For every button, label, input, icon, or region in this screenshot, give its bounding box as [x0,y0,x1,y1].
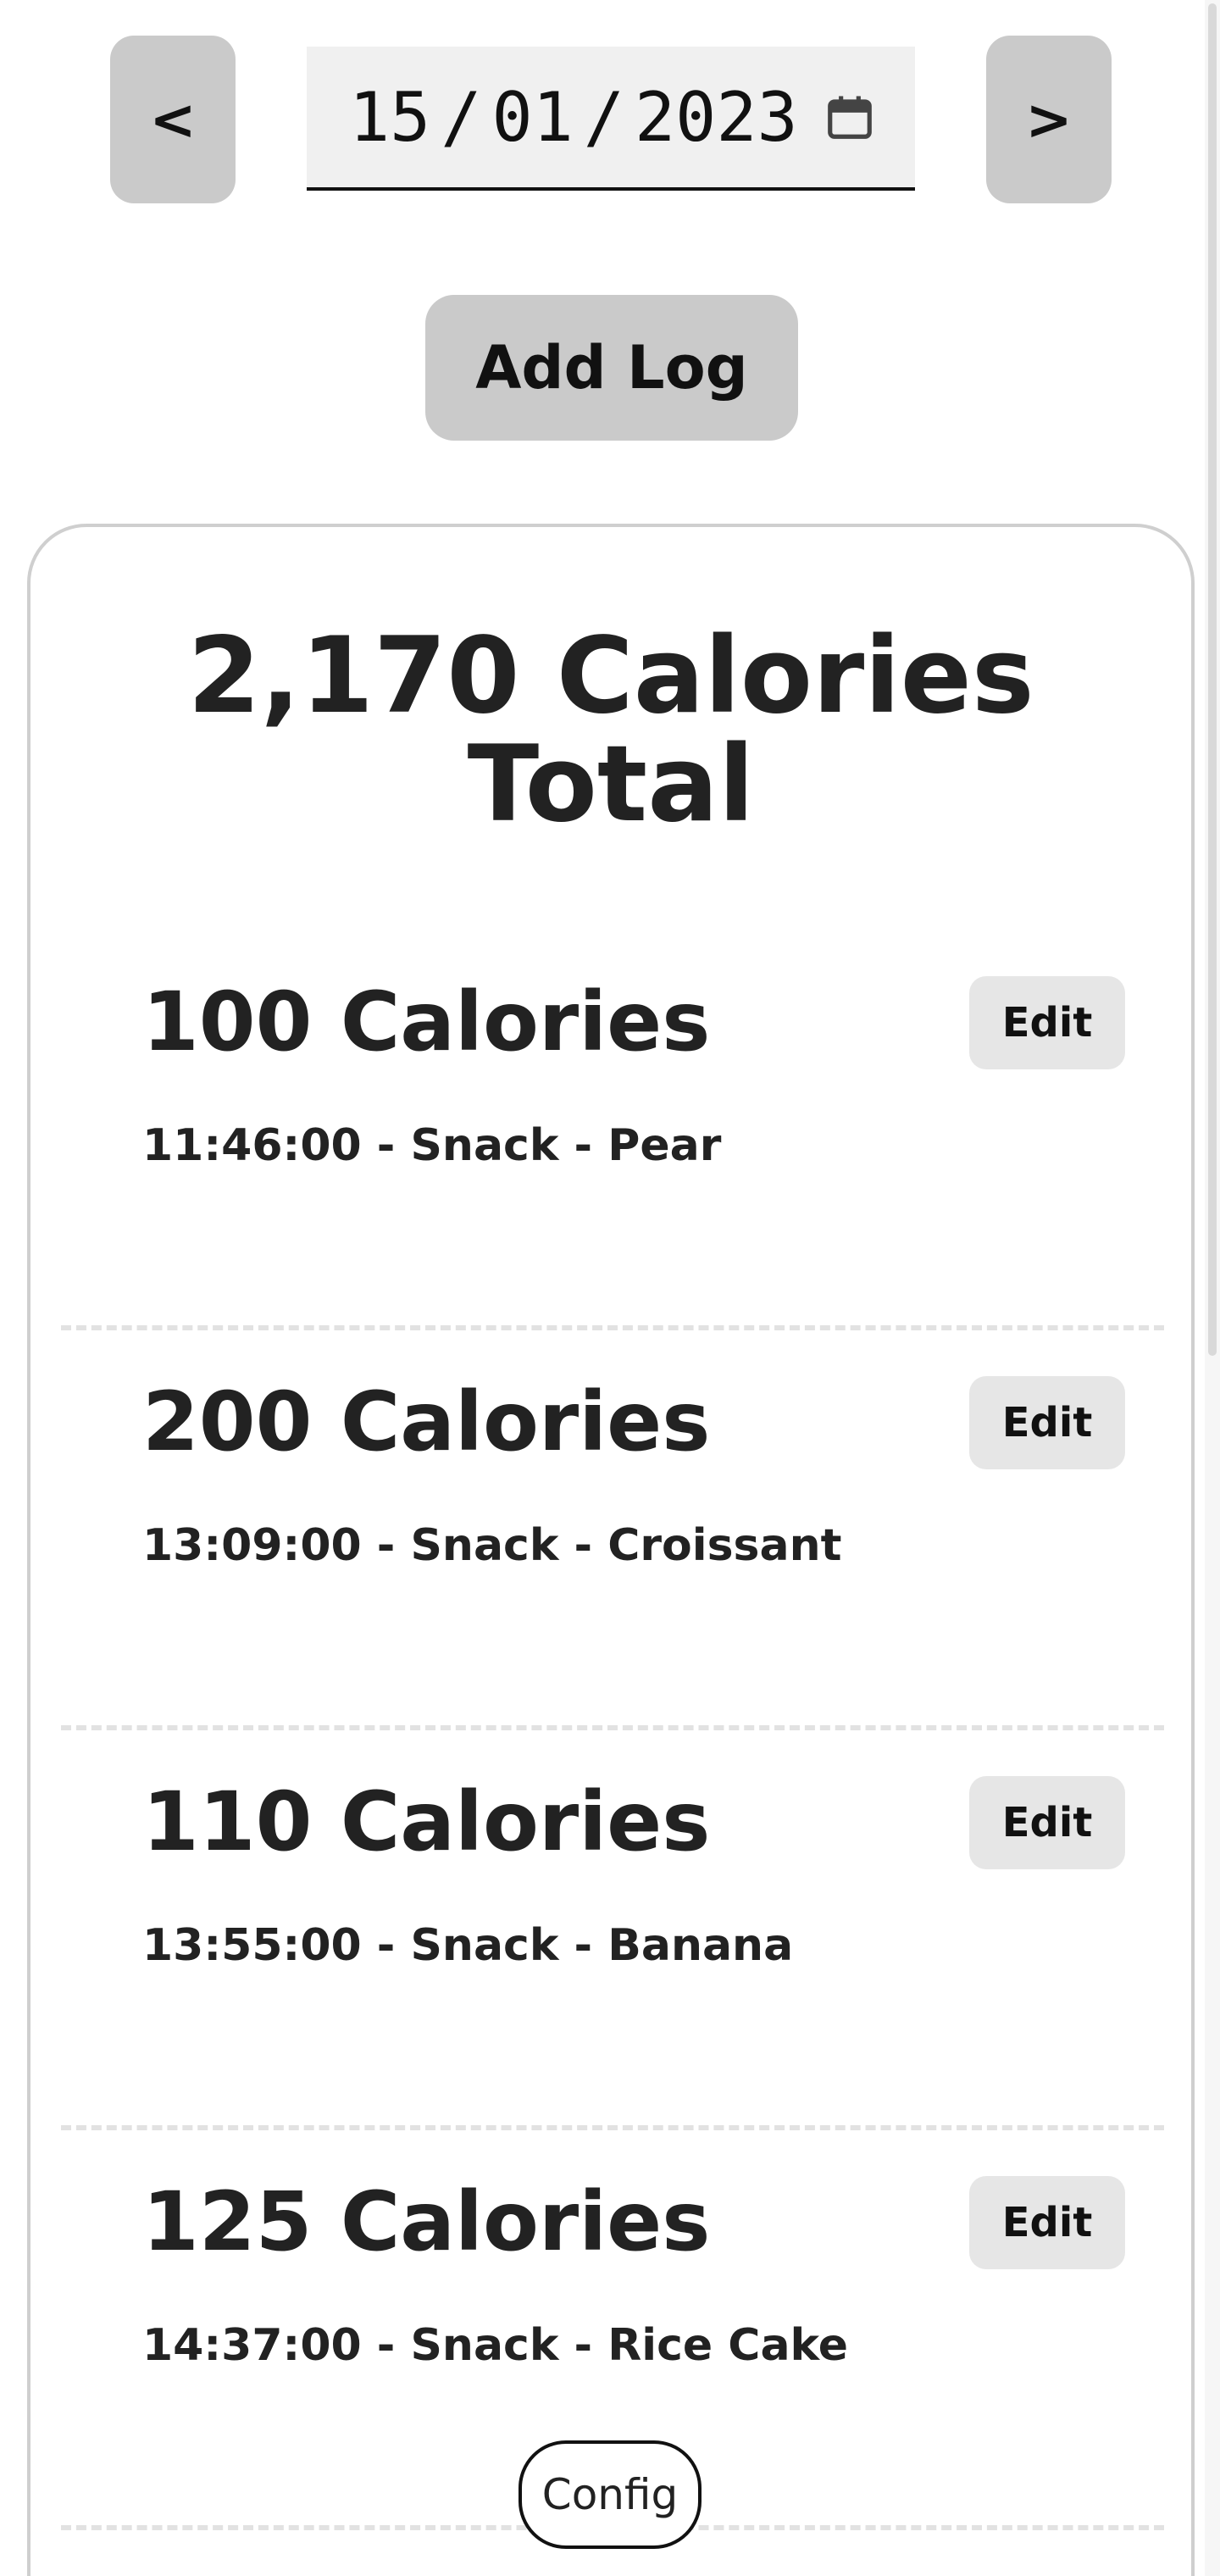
edit-log-button[interactable]: Edit [969,2176,1125,2269]
log-calories: 110 Calories [142,1774,711,1869]
scrollbar-thumb[interactable] [1208,3,1217,1356]
date-year: 2023 [635,77,798,157]
log-calories: 125 Calories [142,2174,711,2269]
scrollbar[interactable] [1205,0,1220,2576]
calorie-log-page: < 15 / 01 / 2023 > Add Log 2,170 Calorie… [0,0,1220,2576]
date-separator: / [441,77,482,157]
log-entry: 110 Calories Edit 13:55:00 - Snack - Ban… [61,1729,1164,2130]
total-label: Total [467,724,755,846]
daily-log-card: 2,170 Calories Total 100 Calories Edit 1… [27,524,1195,2576]
date-separator: / [583,77,624,157]
log-calories: 100 Calories [142,974,711,1069]
calendar-icon[interactable] [824,91,876,143]
log-detail: 11:46:00 - Snack - Pear [142,1120,722,1171]
log-entry: 100 Calories Edit 11:46:00 - Snack - Pea… [61,929,1164,1330]
log-detail: 13:09:00 - Snack - Croissant [142,1520,842,1571]
previous-day-button[interactable]: < [110,36,236,203]
add-log-button[interactable]: Add Log [425,295,798,441]
log-detail: 14:37:00 - Snack - Rice Cake [142,2320,848,2371]
edit-log-button[interactable]: Edit [969,976,1125,1069]
log-detail: 13:55:00 - Snack - Banana [142,1920,794,1971]
log-calories: 200 Calories [142,1374,711,1469]
next-day-button[interactable]: > [986,36,1112,203]
total-calories-value: 2,170 Calories [187,615,1034,737]
edit-log-button[interactable]: Edit [969,1776,1125,1869]
log-entry: 200 Calories Edit 13:09:00 - Snack - Cro… [61,1329,1164,1730]
date-input[interactable]: 15 / 01 / 2023 [307,47,915,191]
date-month: 01 [491,77,574,157]
config-button[interactable]: Config [518,2440,702,2549]
date-day: 15 [349,77,431,157]
total-calories-heading: 2,170 Calories Total [30,622,1191,839]
edit-log-button[interactable]: Edit [969,1376,1125,1469]
